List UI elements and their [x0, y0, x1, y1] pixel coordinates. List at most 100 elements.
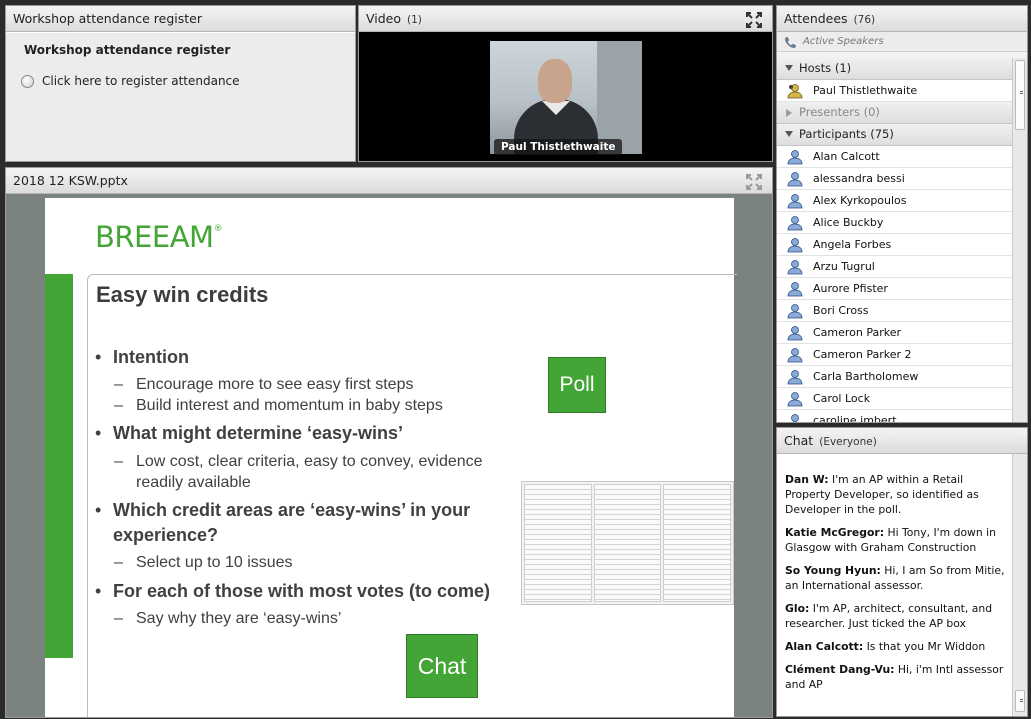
register-radio-button[interactable]	[21, 74, 34, 88]
register-option-label: Click here to register attendance	[42, 74, 240, 88]
attendee-row[interactable]: Alan Calcott	[777, 146, 1013, 168]
chat-scrollbar[interactable]	[1012, 454, 1027, 716]
attendee-name: Alice Buckby	[813, 216, 884, 229]
chat-pod: Chat (Everyone) Dan W: I'm an AP within a…	[776, 427, 1028, 717]
poll-preview-column	[593, 484, 662, 602]
chat-message: Clément Dang-Vu: Hi, i'm Intl assessor a…	[785, 662, 1009, 692]
video-name-label: Paul Thistlethwaite	[494, 139, 623, 155]
attendee-row[interactable]: caroline imbert	[777, 410, 1013, 422]
attendee-row[interactable]: Angela Forbes	[777, 234, 1013, 256]
expand-right-icon	[786, 109, 792, 117]
bullet-determine: What might determine ‘easy-wins’	[95, 423, 403, 444]
register-attendance-option[interactable]: Click here to register attendance	[21, 74, 355, 88]
share-fullscreen-icon[interactable]	[746, 174, 762, 190]
sub-bullet-2: Build interest and momentum in baby step…	[114, 397, 443, 415]
expand-down-icon	[785, 65, 793, 71]
video-background-wall	[597, 41, 642, 154]
hosts-group-header[interactable]: Hosts (1)	[777, 58, 1013, 80]
user-icon	[787, 392, 803, 407]
attendee-name: Cameron Parker 2	[813, 348, 912, 361]
user-icon	[787, 282, 803, 297]
poll-button[interactable]: Poll	[548, 357, 606, 413]
attendee-row[interactable]: Alice Buckby	[777, 212, 1013, 234]
attendee-name: Arzu Tugrul	[813, 260, 875, 273]
chat-text: I'm AP, architect, consultant, and resea…	[785, 602, 993, 630]
chat-author: Alan Calcott:	[785, 640, 864, 653]
chat-title: Chat	[784, 433, 814, 448]
attendee-scrollbar[interactable]	[1012, 58, 1027, 422]
attendee-row[interactable]: Aurore Pfister	[777, 278, 1013, 300]
attendees-pod: Attendees (76) Active Speakers Hosts (1) …	[776, 5, 1028, 423]
attendee-row[interactable]: Bori Cross	[777, 300, 1013, 322]
attendee-row[interactable]: Carla Bartholomew	[777, 366, 1013, 388]
user-icon	[791, 414, 799, 422]
participant-rows: Alan Calcott alessandra bessi Alex Kyrkopo…	[777, 146, 1013, 422]
active-speakers-bar: Active Speakers	[777, 32, 1027, 52]
video-pod: Video (1) Paul Thistlethwaite	[358, 5, 773, 162]
attendee-name: alessandra bessi	[813, 172, 905, 185]
scroll-grip	[1020, 91, 1023, 94]
video-title: Video	[366, 11, 402, 26]
chat-button[interactable]: Chat	[406, 634, 478, 698]
chat-messages: Dan W: I'm an AP within a Retail Propert…	[785, 472, 1009, 700]
attendee-list: Hosts (1) Paul Thistlethwaite Presenters…	[777, 58, 1013, 422]
presenter-head	[538, 59, 572, 103]
chat-author: Dan W:	[785, 473, 829, 486]
chat-message: So Young Hyun: Hi, I am So from Mitie, a…	[785, 563, 1009, 593]
attendee-name: Aurore Pfister	[813, 282, 888, 295]
bullet-which-cont: experience?	[113, 525, 219, 545]
attendee-name: Carol Lock	[813, 392, 871, 405]
participants-group-header[interactable]: Participants (75)	[777, 124, 1013, 146]
attendee-row[interactable]: Carol Lock	[777, 388, 1013, 410]
user-icon	[787, 238, 803, 253]
user-icon	[787, 260, 803, 275]
poll-preview-column	[524, 484, 592, 602]
chat-message: Dan W: I'm an AP within a Retail Propert…	[785, 472, 1009, 517]
breeam-logo-mark: ®	[213, 224, 223, 234]
bullet-which: Which credit areas are ‘easy-wins’ in yo…	[95, 500, 470, 521]
breeam-logo: BREEAM®	[95, 220, 223, 254]
sub-bullet-3-cont: readily available	[136, 474, 251, 491]
sub-bullet-1: Encourage more to see easy first steps	[114, 376, 414, 394]
chat-text: Is that you Mr Widdon	[866, 640, 986, 653]
breeam-logo-text: BREEAM	[95, 220, 214, 254]
user-icon	[787, 348, 803, 363]
sub-bullet-3: Low cost, clear criteria, easy to convey…	[114, 453, 483, 471]
register-heading: Workshop attendance register	[24, 43, 231, 57]
active-speakers-label: Active Speakers	[803, 36, 884, 47]
sub-bullet-4: Select up to 10 issues	[114, 554, 292, 572]
user-icon	[787, 150, 803, 165]
fullscreen-icon[interactable]	[746, 12, 762, 28]
phone-icon	[785, 37, 796, 48]
attendee-name: Alan Calcott	[813, 150, 880, 163]
attendee-row[interactable]: Paul Thistlethwaite	[777, 80, 1013, 102]
attendees-count: (76)	[853, 14, 876, 26]
attendee-name: Cameron Parker	[813, 326, 902, 339]
attendee-row[interactable]: Arzu Tugrul	[777, 256, 1013, 278]
scroll-grip	[1020, 699, 1023, 702]
attendee-name: Carla Bartholomew	[813, 370, 919, 383]
expand-down-icon	[785, 131, 793, 137]
attendee-name: Paul Thistlethwaite	[813, 84, 918, 97]
chat-author: Clément Dang-Vu:	[785, 663, 895, 676]
participants-group-label: Participants (75)	[799, 127, 894, 141]
slide-accent-bar	[45, 274, 73, 658]
attendee-row[interactable]: Cameron Parker 2	[777, 344, 1013, 366]
chat-body: Dan W: I'm an AP within a Retail Propert…	[777, 454, 1027, 716]
attendee-scroll-thumb[interactable]	[1015, 60, 1025, 130]
video-area: Paul Thistlethwaite	[359, 32, 772, 161]
share-content-area: BREEAM® Easy win credits Intention Encou…	[6, 194, 772, 717]
attendee-row[interactable]: Cameron Parker	[777, 322, 1013, 344]
slide-title: Easy win credits	[96, 282, 269, 307]
user-icon	[787, 304, 803, 319]
chat-scope: (Everyone)	[819, 436, 877, 448]
chat-author: Glo:	[785, 602, 810, 615]
chat-scroll-thumb[interactable]	[1015, 690, 1025, 712]
share-pod: 2018 12 KSW.pptx BREEAM® Easy win credit…	[5, 167, 773, 718]
register-pod-title: Workshop attendance register	[6, 6, 355, 32]
user-icon	[787, 194, 803, 209]
presenters-group-header[interactable]: Presenters (0)	[777, 102, 1013, 124]
sub-bullet-5: Say why they are ‘easy-wins’	[114, 610, 341, 628]
attendee-row[interactable]: alessandra bessi	[777, 168, 1013, 190]
attendee-row[interactable]: Alex Kyrkopoulos	[777, 190, 1013, 212]
